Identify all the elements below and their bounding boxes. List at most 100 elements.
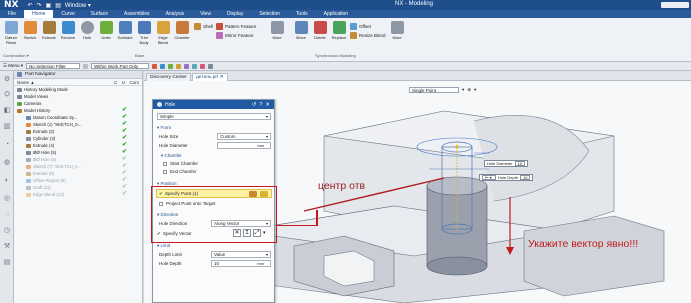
end-chamfer-checkbox[interactable] [163,170,167,174]
datum-plane-button[interactable]: Datum Plane [2,21,20,45]
extrude-button[interactable]: Extrude [40,21,58,41]
tree-row[interactable]: Cylinder (3) ✔ [14,135,142,142]
tab-discovery-center[interactable]: Discovery Center [146,73,191,81]
tree-row[interactable]: Edge Blend (12) ✔ [14,191,142,198]
column-comment-header[interactable]: Com [129,80,139,85]
menu-selection[interactable]: Selection [251,11,288,17]
hole-button[interactable]: Hole [78,21,96,41]
hole-type-select[interactable]: Simple ▾ [157,113,271,120]
snap-icon[interactable] [176,63,182,69]
tree-row[interactable]: Model Views [14,93,142,100]
filter-reset-icon[interactable] [83,63,89,69]
tree-row[interactable]: Datum Coordinate Sy... ✔ [14,114,142,121]
snap-icon[interactable] [152,63,158,69]
start-chamfer-checkbox[interactable] [163,162,167,166]
window-menu[interactable]: Window ▾ [65,2,91,9]
tree-row[interactable]: Sketch (1) "SKETCH_0... ✔ [14,121,142,128]
hole-depth-input[interactable]: 10 mm [211,260,271,267]
tab-part-file[interactable]: деталь.prt ✕ [192,73,228,81]
web-browser-icon[interactable]: ◍ [3,159,11,167]
menu-assemblies[interactable]: Assemblies [116,11,158,17]
menu-application[interactable]: Application [316,11,356,17]
snap-icon[interactable] [184,63,190,69]
part-navigator-icon[interactable]: ◧ [3,107,11,115]
settings-gear-icon[interactable]: ⚙ [3,76,11,84]
mirror-feature-button[interactable]: Mirror Feature [216,32,254,39]
roles-icon[interactable]: ◎ [3,195,11,203]
menu-surface[interactable]: Surface [83,11,116,17]
tree-row[interactable]: History Modeling Mode [14,86,142,93]
hole-depth-callout-value[interactable]: 10 [520,175,531,180]
redo-icon[interactable]: ↷ [37,2,42,9]
palette-icon[interactable]: ◐ [3,177,11,185]
subtract-button[interactable]: Subtract [116,21,134,41]
resize-blend-button[interactable]: Resize Blend [350,32,386,39]
more-button[interactable]: More [268,21,286,41]
group-construction[interactable]: Construction ▾ [3,53,29,58]
close-icon[interactable]: ✕ [265,102,270,108]
snap-icon[interactable] [160,63,166,69]
pattern-feature-button[interactable]: Pattern Feature [216,23,256,30]
offset-button[interactable]: Offset [350,23,371,30]
copy-icon[interactable]: ▣ [46,2,52,9]
more-button-2[interactable]: More [388,21,406,41]
trim-body-button[interactable]: Trim Body [135,21,153,45]
menu-file[interactable]: File [0,11,24,17]
selection-filter-dropdown[interactable]: No Selection Filter [26,63,81,69]
chamfer-button[interactable]: Chamfer [173,21,191,41]
form-section-header[interactable]: ▾ Form [157,125,171,131]
move-button[interactable]: Move [292,21,310,41]
snap-icon[interactable] [200,63,206,69]
tree-row[interactable]: Extrude (8) ✔ [14,170,142,177]
edge-blend-button[interactable]: Edge Blend [154,21,172,45]
hole-diameter-callout-value[interactable]: 10 [514,161,526,166]
help-icon[interactable]: ◌ [3,211,11,219]
menu-analysis[interactable]: Analysis [158,11,193,17]
tree-row[interactable]: ØØ Hole (6) ✔ [14,156,142,163]
revolve-button[interactable]: Revolve [59,21,77,41]
snap-icon[interactable] [168,63,174,69]
hole-depth-callout[interactable]: ⊢ ▾ Hole Depth 10 [479,174,534,181]
history-icon[interactable]: ◔ [3,141,11,149]
limit-section-header[interactable]: ▾ Limit [157,243,170,249]
tree-row[interactable]: Offset Region (9) ✔ [14,177,142,184]
paste-icon[interactable]: ▤ [55,2,61,9]
reset-icon[interactable]: ↺ [252,102,257,108]
menu-tools[interactable]: Tools [288,11,316,17]
tree-row[interactable]: Extrude (2) ✔ [14,128,142,135]
unite-button[interactable]: Unite [97,21,115,41]
tree-row[interactable]: Sketch (7) "SKETCH_0... ✔ [14,163,142,170]
hole-diameter-input[interactable]: mm [217,142,271,149]
delete-button[interactable]: Delete [311,21,329,41]
tool-icon[interactable]: ⚒ [3,243,11,251]
help-icon[interactable]: ? [259,102,262,108]
selection-scope-dropdown[interactable]: Within Work Part Only [91,63,150,69]
tree-row[interactable]: Model History ✔ [14,107,142,114]
shell-button[interactable]: Shell [194,23,213,30]
replace-button[interactable]: Replace [330,21,348,41]
reuse-library-icon[interactable]: ▥ [3,123,11,131]
menu-view[interactable]: View [192,11,219,17]
menu-curve[interactable]: Curve [53,11,82,17]
depth-limit-select[interactable]: Value ▾ [211,251,271,258]
depth-direction-selector[interactable]: ⊢ ▾ [482,175,496,180]
chamfer-section-header[interactable]: ▾ Chamfer [161,153,182,159]
undo-icon[interactable]: ↶ [27,2,32,9]
snap-icon[interactable] [208,63,214,69]
clock-icon[interactable]: ◷ [3,227,11,235]
column-name-header[interactable]: Name ▲ [17,80,114,85]
hole-size-select[interactable]: Custom ▾ [217,133,271,140]
tree-row[interactable]: Cameras [14,100,142,107]
sketch-button[interactable]: Sketch [21,21,39,41]
column-c-header[interactable]: C [114,80,122,85]
tree-row[interactable]: Extrude (4) ✔ [14,142,142,149]
menu-display[interactable]: Display [219,11,251,17]
main-menu-button[interactable]: ☰ Menu ▾ [3,63,23,69]
hole-diameter-callout[interactable]: Hole Diameter 10 [484,160,529,167]
tree-row[interactable]: Draft (11) ✔ [14,184,142,191]
column-u-header[interactable]: U [122,80,130,85]
snap-icon[interactable] [192,63,198,69]
tree-row[interactable]: ØØ Hole (5) ✔ [14,149,142,156]
menu-home[interactable]: Home [24,10,54,18]
layers-icon[interactable]: ▤ [3,259,11,267]
